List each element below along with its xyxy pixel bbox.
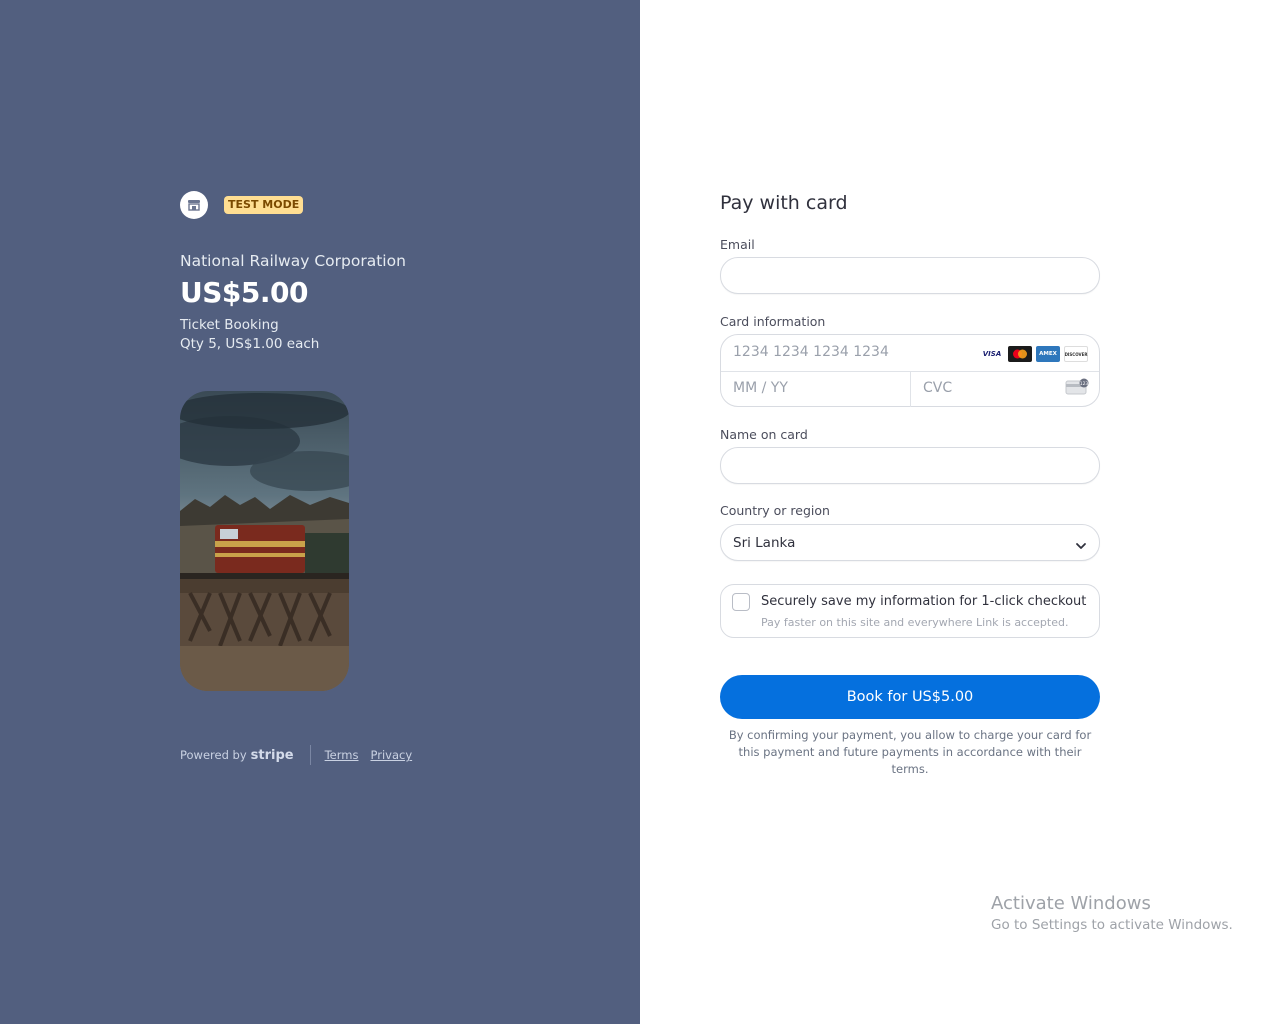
chevron-down-icon bbox=[1075, 537, 1087, 556]
cvc-card-icon: 123 bbox=[1065, 378, 1091, 400]
svg-text:123: 123 bbox=[1080, 381, 1089, 387]
terms-link[interactable]: Terms bbox=[325, 748, 359, 762]
footer: Powered by stripe Terms Privacy bbox=[180, 745, 424, 765]
powered-by-label: Powered by bbox=[180, 747, 247, 762]
powered-by-stripe[interactable]: Powered by stripe bbox=[180, 748, 294, 763]
expiry-placeholder: MM / YY bbox=[733, 380, 788, 396]
country-select[interactable]: Sri Lanka bbox=[720, 524, 1100, 561]
pay-button[interactable]: Book for US$5.00 bbox=[720, 675, 1100, 719]
card-information-label: Card information bbox=[720, 314, 826, 329]
save-info-checkbox[interactable] bbox=[732, 593, 750, 611]
footer-divider bbox=[309, 745, 311, 765]
stripe-logo: stripe bbox=[250, 747, 294, 763]
activate-windows-subtitle: Go to Settings to activate Windows. bbox=[991, 917, 1233, 933]
email-field[interactable] bbox=[720, 257, 1100, 294]
card-number-placeholder: 1234 1234 1234 1234 bbox=[733, 344, 889, 360]
save-info-title: Securely save my information for 1-click… bbox=[761, 594, 1087, 609]
brand-row: TEST MODE bbox=[180, 191, 304, 219]
card-number-input[interactable]: 1234 1234 1234 1234 VISA AMEX DISCOVER bbox=[721, 335, 1099, 371]
email-label: Email bbox=[720, 237, 755, 252]
save-info-subtitle: Pay faster on this site and everywhere L… bbox=[761, 616, 1069, 629]
store-icon[interactable] bbox=[180, 191, 208, 219]
cvc-placeholder: CVC bbox=[923, 380, 953, 396]
save-info-box: Securely save my information for 1-click… bbox=[720, 584, 1100, 638]
form-title: Pay with card bbox=[720, 192, 848, 214]
cvc-input[interactable]: CVC 123 bbox=[911, 372, 1099, 407]
card-information-group: 1234 1234 1234 1234 VISA AMEX DISCOVER M… bbox=[720, 334, 1100, 407]
product-name: Ticket Booking bbox=[180, 317, 279, 333]
amex-icon: AMEX bbox=[1036, 346, 1060, 362]
country-value: Sri Lanka bbox=[733, 535, 796, 551]
activate-windows-title: Activate Windows bbox=[991, 893, 1151, 914]
visa-icon: VISA bbox=[980, 346, 1004, 362]
country-label: Country or region bbox=[720, 503, 830, 518]
mastercard-icon bbox=[1008, 346, 1032, 362]
test-mode-badge: TEST MODE bbox=[224, 196, 304, 214]
discover-icon: DISCOVER bbox=[1064, 346, 1088, 362]
total-price: US$5.00 bbox=[180, 276, 308, 309]
product-quantity: Qty 5, US$1.00 each bbox=[180, 336, 320, 352]
name-on-card-label: Name on card bbox=[720, 427, 808, 442]
privacy-link[interactable]: Privacy bbox=[370, 748, 412, 762]
product-image bbox=[180, 391, 349, 691]
terms-notice: By confirming your payment, you allow to… bbox=[728, 728, 1092, 776]
order-summary-pane: TEST MODE National Railway Corporation U… bbox=[0, 0, 640, 1024]
merchant-name: National Railway Corporation bbox=[180, 252, 406, 270]
expiry-input[interactable]: MM / YY bbox=[721, 372, 910, 407]
name-on-card-field[interactable] bbox=[720, 447, 1100, 484]
activate-windows-watermark: Activate Windows Go to Settings to activ… bbox=[991, 893, 1233, 933]
